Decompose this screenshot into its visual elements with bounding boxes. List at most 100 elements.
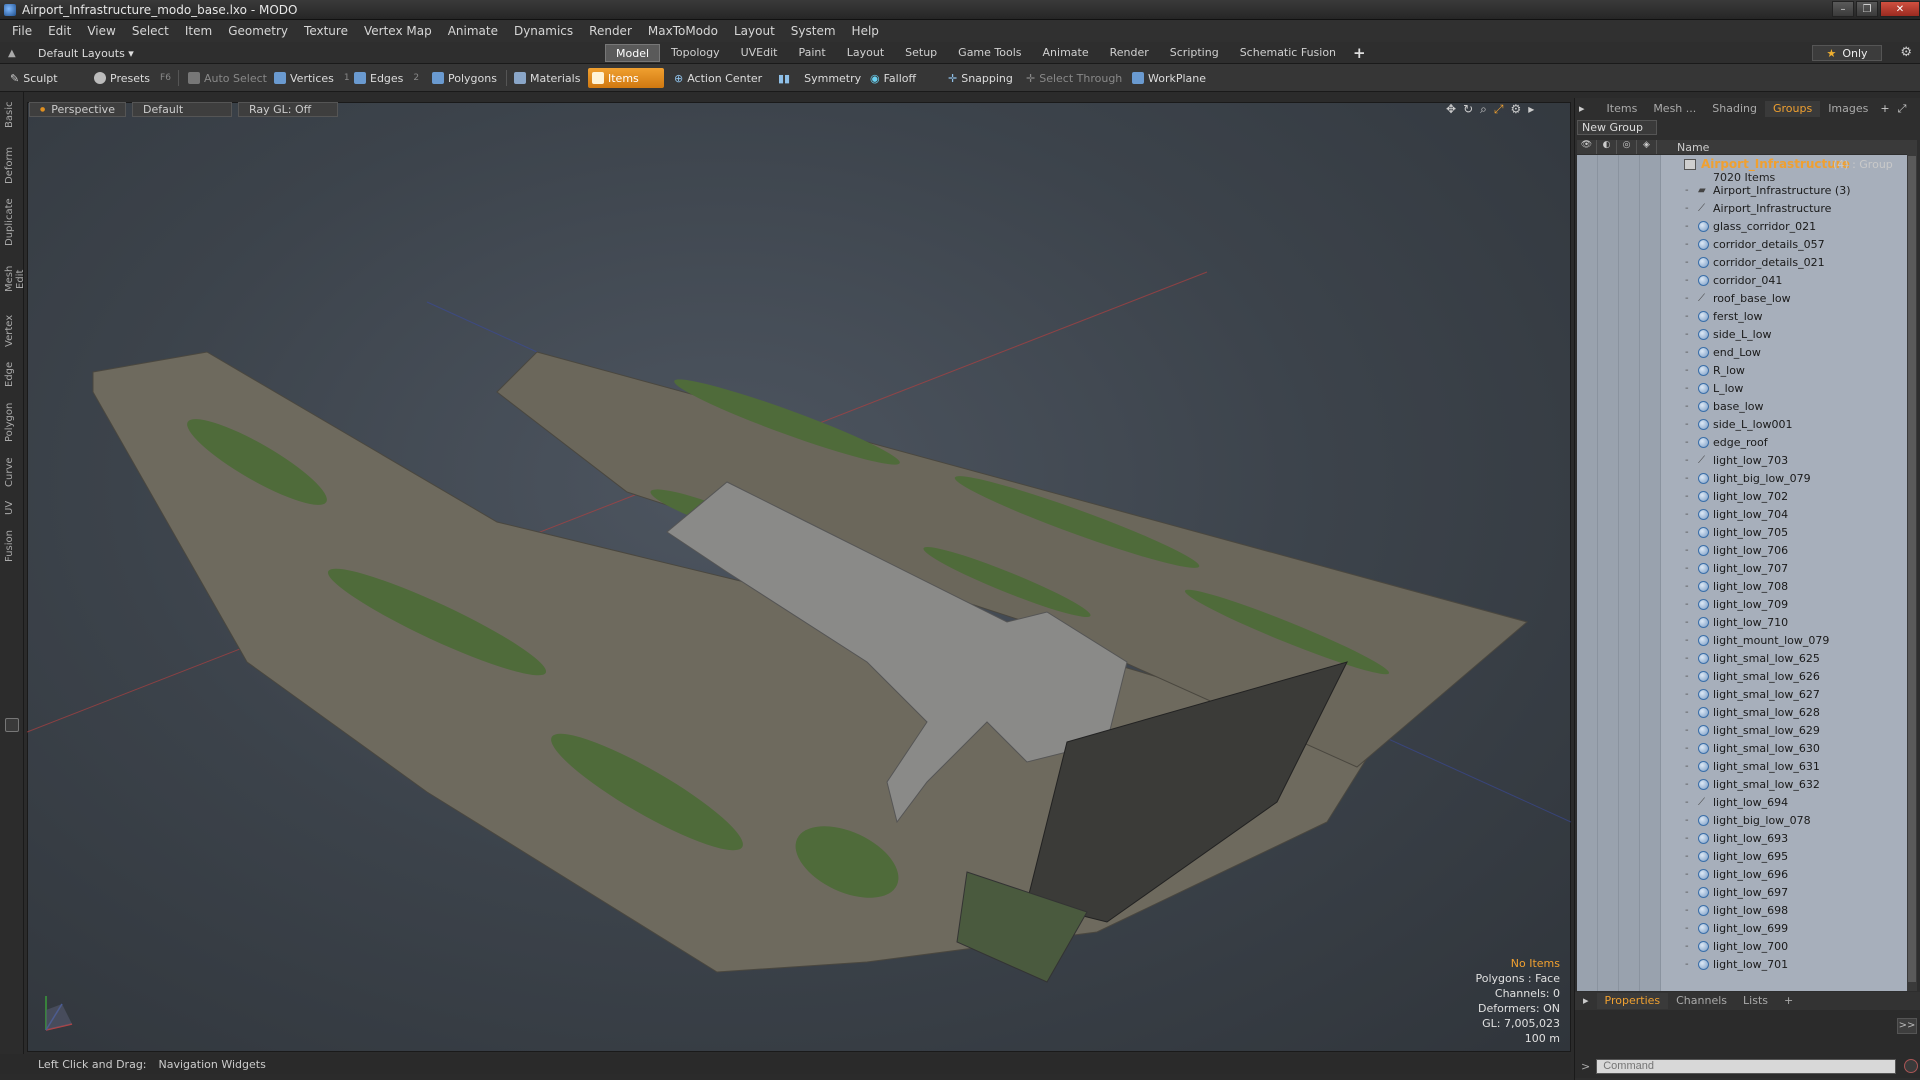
menu-layout[interactable]: Layout	[726, 24, 783, 38]
symmetry-button[interactable]: ▮▮ Symmetry	[774, 68, 865, 88]
view-type-dropdown[interactable]: Perspective	[29, 102, 126, 117]
select-through-button[interactable]: ✛ Select Through	[1022, 68, 1126, 88]
expand-properties-button[interactable]: >>	[1897, 1018, 1917, 1034]
menu-animate[interactable]: Animate	[440, 24, 506, 38]
vtab-curve[interactable]: Curve	[4, 456, 20, 488]
tab-layout[interactable]: Layout	[837, 44, 894, 62]
menu-geometry[interactable]: Geometry	[220, 24, 296, 38]
tab-schematic-fusion[interactable]: Schematic Fusion	[1230, 44, 1346, 62]
presets-button[interactable]: Presets F6	[90, 68, 175, 88]
pin-icon[interactable]: ▲	[8, 48, 20, 59]
fit-view-icon[interactable]: ⤢	[1494, 102, 1504, 117]
tab-lists[interactable]: Lists	[1735, 993, 1776, 1009]
tab-channels[interactable]: Channels	[1668, 993, 1735, 1009]
list-item[interactable]: - light_low_699	[1577, 919, 1907, 937]
list-item[interactable]: - ▰ Airport_Infrastructure (3)	[1577, 181, 1907, 199]
tab-shading[interactable]: Shading	[1704, 101, 1765, 117]
shading-dropdown[interactable]: Default	[131, 102, 232, 117]
tab-uvedit[interactable]: UVEdit	[731, 44, 788, 62]
tab-topology[interactable]: Topology	[661, 44, 730, 62]
move-view-icon[interactable]: ✥	[1446, 102, 1456, 117]
panel-menu-icon[interactable]: ▸	[1575, 101, 1589, 117]
palette-toggle-icon[interactable]	[5, 718, 19, 732]
add-tab-icon[interactable]: +	[1876, 101, 1893, 117]
list-item[interactable]: - edge_roof	[1577, 433, 1907, 451]
rotate-view-icon[interactable]: ↻	[1463, 102, 1473, 117]
list-item[interactable]: - base_low	[1577, 397, 1907, 415]
list-item[interactable]: - light_big_low_078	[1577, 811, 1907, 829]
list-item[interactable]: - corridor_details_021	[1577, 253, 1907, 271]
list-item[interactable]: - light_smal_low_628	[1577, 703, 1907, 721]
tab-images[interactable]: Images	[1820, 101, 1876, 117]
select-column-icon[interactable]: ◈	[1637, 140, 1657, 154]
list-item[interactable]: - light_low_706	[1577, 541, 1907, 559]
menu-help[interactable]: Help	[844, 24, 887, 38]
menu-item[interactable]: Item	[177, 24, 220, 38]
gear-icon[interactable]: ⚙	[1900, 45, 1912, 60]
name-column-header[interactable]: Name	[1657, 141, 1709, 154]
list-item[interactable]: - R_low	[1577, 361, 1907, 379]
only-button[interactable]: ★ Only	[1812, 45, 1882, 61]
list-item[interactable]: - light_low_709	[1577, 595, 1907, 613]
viewport-settings-icon[interactable]: ⚙	[1510, 102, 1521, 117]
list-item[interactable]: - light_low_705	[1577, 523, 1907, 541]
maximize-button[interactable]: ❐	[1856, 1, 1878, 17]
list-item[interactable]: - light_low_696	[1577, 865, 1907, 883]
list-item[interactable]: - light_low_695	[1577, 847, 1907, 865]
properties-menu-icon[interactable]: ▸	[1575, 993, 1597, 1009]
falloff-button[interactable]: ◉ Falloff	[866, 68, 920, 88]
edges-button[interactable]: Edges 2	[350, 68, 423, 88]
render-column-icon[interactable]: ◐	[1597, 140, 1617, 154]
raygl-dropdown[interactable]: Ray GL: Off	[237, 102, 338, 117]
tab-game-tools[interactable]: Game Tools	[948, 44, 1031, 62]
vtab-polygon[interactable]: Polygon	[4, 400, 20, 444]
workplane-button[interactable]: WorkPlane	[1128, 68, 1210, 88]
visibility-column-icon[interactable]: 👁	[1577, 140, 1597, 154]
list-item[interactable]: - end_Low	[1577, 343, 1907, 361]
snapping-button[interactable]: ✛ Snapping	[944, 68, 1017, 88]
zoom-view-icon[interactable]: ⌕	[1480, 102, 1487, 117]
command-input[interactable]	[1596, 1058, 1897, 1074]
command-history-icon[interactable]	[1904, 1059, 1919, 1073]
tab-paint[interactable]: Paint	[789, 44, 836, 62]
new-group-button[interactable]: New Group	[1577, 120, 1657, 135]
menu-vertex-map[interactable]: Vertex Map	[356, 24, 440, 38]
items-button[interactable]: Items	[588, 68, 664, 88]
tab-items[interactable]: Items	[1599, 101, 1646, 117]
list-item[interactable]: - light_smal_low_632	[1577, 775, 1907, 793]
tab-animate[interactable]: Animate	[1033, 44, 1099, 62]
list-item[interactable]: - light_low_698	[1577, 901, 1907, 919]
list-item[interactable]: - light_low_702	[1577, 487, 1907, 505]
tab-properties[interactable]: Properties	[1596, 993, 1669, 1009]
list-item[interactable]: - corridor_041	[1577, 271, 1907, 289]
tab-render[interactable]: Render	[1100, 44, 1159, 62]
list-item[interactable]: - ferst_low	[1577, 307, 1907, 325]
list-item[interactable]: - light_low_701	[1577, 955, 1907, 973]
list-item[interactable]: - side_L_low001	[1577, 415, 1907, 433]
group-tree[interactable]: Airport_Infrastructure (4) : Group 7020 It…	[1577, 155, 1907, 991]
list-item[interactable]: - light_smal_low_630	[1577, 739, 1907, 757]
vtab-vertex[interactable]: Vertex	[4, 314, 20, 348]
minimize-button[interactable]: –	[1832, 1, 1854, 17]
vtab-mesh-edit[interactable]: Mesh Edit	[4, 256, 26, 302]
list-item[interactable]: - light_low_693	[1577, 829, 1907, 847]
sculpt-button[interactable]: ✎ Sculpt	[6, 68, 62, 88]
tree-scrollbar-thumb[interactable]	[1908, 156, 1916, 982]
list-item[interactable]: - light_smal_low_629	[1577, 721, 1907, 739]
vtab-duplicate[interactable]: Duplicate	[4, 198, 20, 246]
menu-render[interactable]: Render	[581, 24, 640, 38]
add-tab-button[interactable]: +	[1347, 44, 1372, 62]
tab-scripting[interactable]: Scripting	[1160, 44, 1229, 62]
menu-file[interactable]: File	[4, 24, 40, 38]
list-item[interactable]: - light_low_710	[1577, 613, 1907, 631]
menu-system[interactable]: System	[783, 24, 844, 38]
add-properties-tab-icon[interactable]: +	[1776, 993, 1801, 1009]
list-item[interactable]: - corridor_details_057	[1577, 235, 1907, 253]
vtab-uv[interactable]: UV	[4, 498, 20, 518]
list-item[interactable]: - light_smal_low_631	[1577, 757, 1907, 775]
list-item[interactable]: - light_smal_low_626	[1577, 667, 1907, 685]
expand-panel-icon[interactable]: ⤢	[1894, 101, 1911, 117]
vtab-fusion[interactable]: Fusion	[4, 528, 20, 564]
menu-view[interactable]: View	[79, 24, 123, 38]
vtab-basic[interactable]: Basic	[4, 102, 20, 128]
